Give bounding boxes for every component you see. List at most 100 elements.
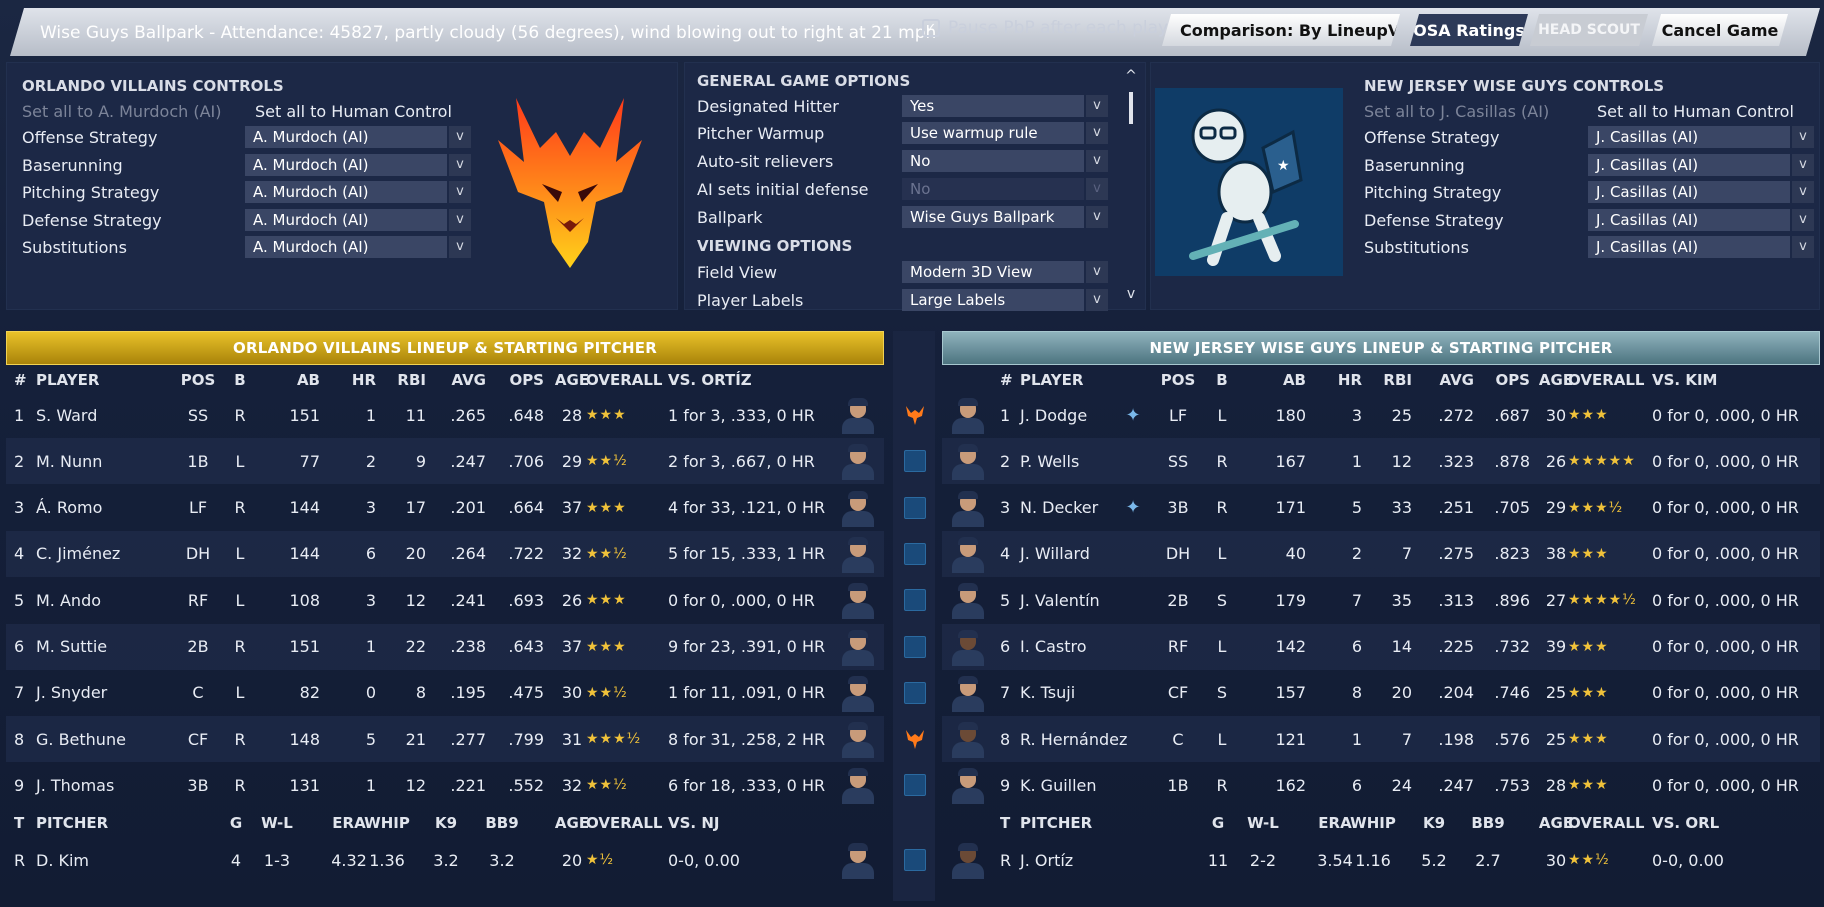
column-header[interactable]: VS. ORTÍZ [668,366,838,394]
control-select[interactable]: J. Casillas (AI) v [1588,126,1814,148]
control-label: Offense Strategy [1364,128,1500,147]
lineup-row[interactable]: 2 P. Wells SS R 167 1 12.323.878 26 ★★★★★ 0 for 0… [942,438,1820,485]
lineup-row[interactable]: 2 M. Nunn 1B L 77 2 9.247.706 29 ★★½ 2 for 3, .66… [6,438,884,485]
scroll-down-icon[interactable]: v [1124,286,1138,302]
lineup-row[interactable]: 3 Á. Romo LF R 144 3 17.201.664 37 ★★★ 4 for 33, … [6,485,884,531]
lineup-cell-ab: 108 [289,590,320,610]
column-header[interactable]: OVERALL [586,366,666,394]
column-header[interactable]: HR [1326,366,1362,394]
column-header[interactable]: # [1000,366,1020,394]
option-select[interactable]: Large Labels v [902,289,1108,311]
wise-guys-mini-logo [904,496,926,519]
option-select[interactable]: Use warmup rule v [902,122,1108,144]
lineup-row[interactable]: 6 I. Castro RF L 142 6 14.225.732 39 ★★★ 0 for 0,… [942,623,1820,670]
column-header[interactable]: # [14,366,34,394]
column-header[interactable]: POS [176,366,220,394]
control-select[interactable]: J. Casillas (AI) v [1588,181,1814,203]
pitcher-column-header[interactable]: OVERALL [1568,809,1650,837]
column-header[interactable]: PLAYER [36,366,156,394]
lineup-row[interactable]: 1 J. Dodge LF L 180 3 25.272.687 30 ★★★ 0 for 0, … [942,392,1820,438]
lineup-cell-vs: 0 for 0, .000, 0 HR [668,590,815,610]
pitcher-column-header[interactable]: VS. ORL [1652,809,1818,837]
pitcher-column-header[interactable]: K9 [1410,809,1458,837]
column-header[interactable]: OVERALL [1568,366,1650,394]
pitcher-column-header[interactable]: WHIP [1342,809,1404,837]
lineup-row[interactable]: 8 G. Bethune CF R 148 5 21.277.799 31 ★★★½ 8 for … [6,716,884,763]
pitcher-column-header[interactable]: T [14,809,34,837]
home-set-human-link[interactable]: Set all to Human Control [1597,102,1794,121]
pitcher-row[interactable]: R J. Ortíz 11 2-2 3.54 1.16 5.2 2.7 30 ★★½ 0-0, 0.… [942,837,1820,883]
control-select[interactable]: A. Murdoch (AI) v [245,208,471,231]
lineup-cell-stars: ★★★ [586,592,627,609]
option-select[interactable]: Yes v [902,95,1108,117]
chevron-down-icon: v [1084,206,1108,228]
column-header[interactable]: HR [340,366,376,394]
pitcher-column-header[interactable]: BB9 [1460,809,1516,837]
options-scrollbar[interactable]: ^ v [1124,68,1138,308]
comparison-dropdown[interactable]: Comparison: By Lineup V [1162,14,1400,46]
lineup-row[interactable]: 5 J. Valentín 2B S 179 7 35.313.896 27 ★★★★½ 0 fo… [942,577,1820,623]
option-select[interactable]: No v [902,150,1108,172]
column-header[interactable]: OPS [1480,366,1530,394]
pitcher-column-header[interactable]: VS. NJ [668,809,838,837]
control-select[interactable]: A. Murdoch (AI) v [245,181,471,203]
lineup-row[interactable]: 7 K. Tsuji CF S 157 8 20.204.746 25 ★★★ 0 for 0, … [942,670,1820,716]
wise-guys-mini-logo [904,849,926,871]
checkbox-icon[interactable]: ✓ [922,19,940,37]
column-header[interactable]: OPS [494,366,544,394]
column-header[interactable]: VS. KIM [1652,366,1818,394]
option-select-value: Wise Guys Ballpark [910,208,1055,226]
wise-guys-mini-logo [904,635,926,658]
lineup-row[interactable]: 6 M. Suttie 2B R 151 1 22.238.643 37 ★★★ 9 for 23… [6,623,884,670]
lineup-row[interactable]: 8 R. Hernández C L 121 1 7.198.576 25 ★★★ 0 for 0… [942,716,1820,763]
control-select[interactable]: J. Casillas (AI) v [1588,153,1814,176]
lineup-row[interactable]: 4 J. Willard DH L 40 2 7.275.823 38 ★★★ 0 for 0, … [942,530,1820,577]
away-set-human-link[interactable]: Set all to Human Control [255,102,452,121]
option-select[interactable]: Modern 3D View v [902,261,1108,283]
pitcher-column-header[interactable]: PITCHER [36,809,176,837]
pitcher-column-header[interactable]: OVERALL [586,809,666,837]
player-avatar [948,581,988,620]
column-header[interactable]: B [1210,366,1234,394]
lineup-row[interactable]: 9 K. Guillen 1B R 162 6 24.247.753 28 ★★★ 0 for 0… [942,762,1820,808]
pitcher-row[interactable]: R D. Kim 4 1-3 4.32 1.36 3.2 3.2 20 ★½ 0-0, 0.00 [6,837,884,883]
pitcher-column-header[interactable]: T [1000,809,1020,837]
scroll-thumb[interactable] [1129,92,1133,124]
pitcher-column-header[interactable]: BB9 [474,809,530,837]
lineup-cell-stars: ★★★ [586,638,627,655]
lineup-row[interactable]: 5 M. Ando RF L 108 3 12.241.693 26 ★★★ 0 for 0, .… [6,577,884,623]
pitcher-column-header[interactable]: PITCHER [1020,809,1160,837]
pitcher-column-header[interactable]: W-L [1232,809,1294,837]
control-select[interactable]: A. Murdoch (AI) v [245,236,471,258]
osa-ratings-button[interactable]: OSA Ratings [1410,14,1528,46]
column-header[interactable]: RBI [1372,366,1412,394]
away-set-ai-link[interactable]: Set all to A. Murdoch (AI) [22,102,221,121]
column-header[interactable]: B [228,366,252,394]
pause-pbp-toggle[interactable]: ✓ Pause PbP after each play [922,18,1168,38]
option-select[interactable]: Wise Guys Ballpark v [902,206,1108,228]
lineup-row[interactable]: 7 J. Snyder C L 82 0 8.195.475 30 ★★½ 1 for 11, .… [6,670,884,716]
pitcher-column-header[interactable]: K9 [422,809,470,837]
column-header[interactable]: AVG [436,366,486,394]
lineup-row[interactable]: 1 S. Ward SS R 151 1 11.265.648 28 ★★★ 1 for 3, .… [6,392,884,438]
column-header[interactable]: AB [274,366,320,394]
control-select[interactable]: J. Casillas (AI) v [1588,236,1814,258]
lineup-row[interactable]: 4 C. Jiménez DH L 144 6 20.264.722 32 ★★½ 5 for 1… [6,530,884,577]
control-select[interactable]: A. Murdoch (AI) v [245,153,471,176]
scroll-up-icon[interactable]: ^ [1124,68,1138,84]
control-select[interactable]: J. Casillas (AI) v [1588,208,1814,231]
lineup-row[interactable]: 3 N. Decker 3B R 171 5 33.251.705 29 ★★★½ 0 for 0… [942,485,1820,531]
pitcher-column-header[interactable]: W-L [246,809,308,837]
cancel-game-button[interactable]: Cancel Game [1652,14,1788,46]
column-header[interactable]: RBI [386,366,426,394]
column-header[interactable]: AB [1260,366,1306,394]
column-header[interactable]: PLAYER [1020,366,1140,394]
control-select[interactable]: A. Murdoch (AI) v [245,126,471,148]
pitcher-column-header[interactable]: WHIP [356,809,418,837]
lineup-row[interactable]: 9 J. Thomas 3B R 131 1 12.221.552 32 ★★½ 6 for 18… [6,762,884,808]
column-header[interactable]: POS [1156,366,1200,394]
column-header[interactable]: AVG [1424,366,1474,394]
home-set-ai-link[interactable]: Set all to J. Casillas (AI) [1364,102,1549,121]
lineup-cell-pos: 2B [1167,590,1189,610]
lineup-cell-rbi: 9 [415,451,426,471]
